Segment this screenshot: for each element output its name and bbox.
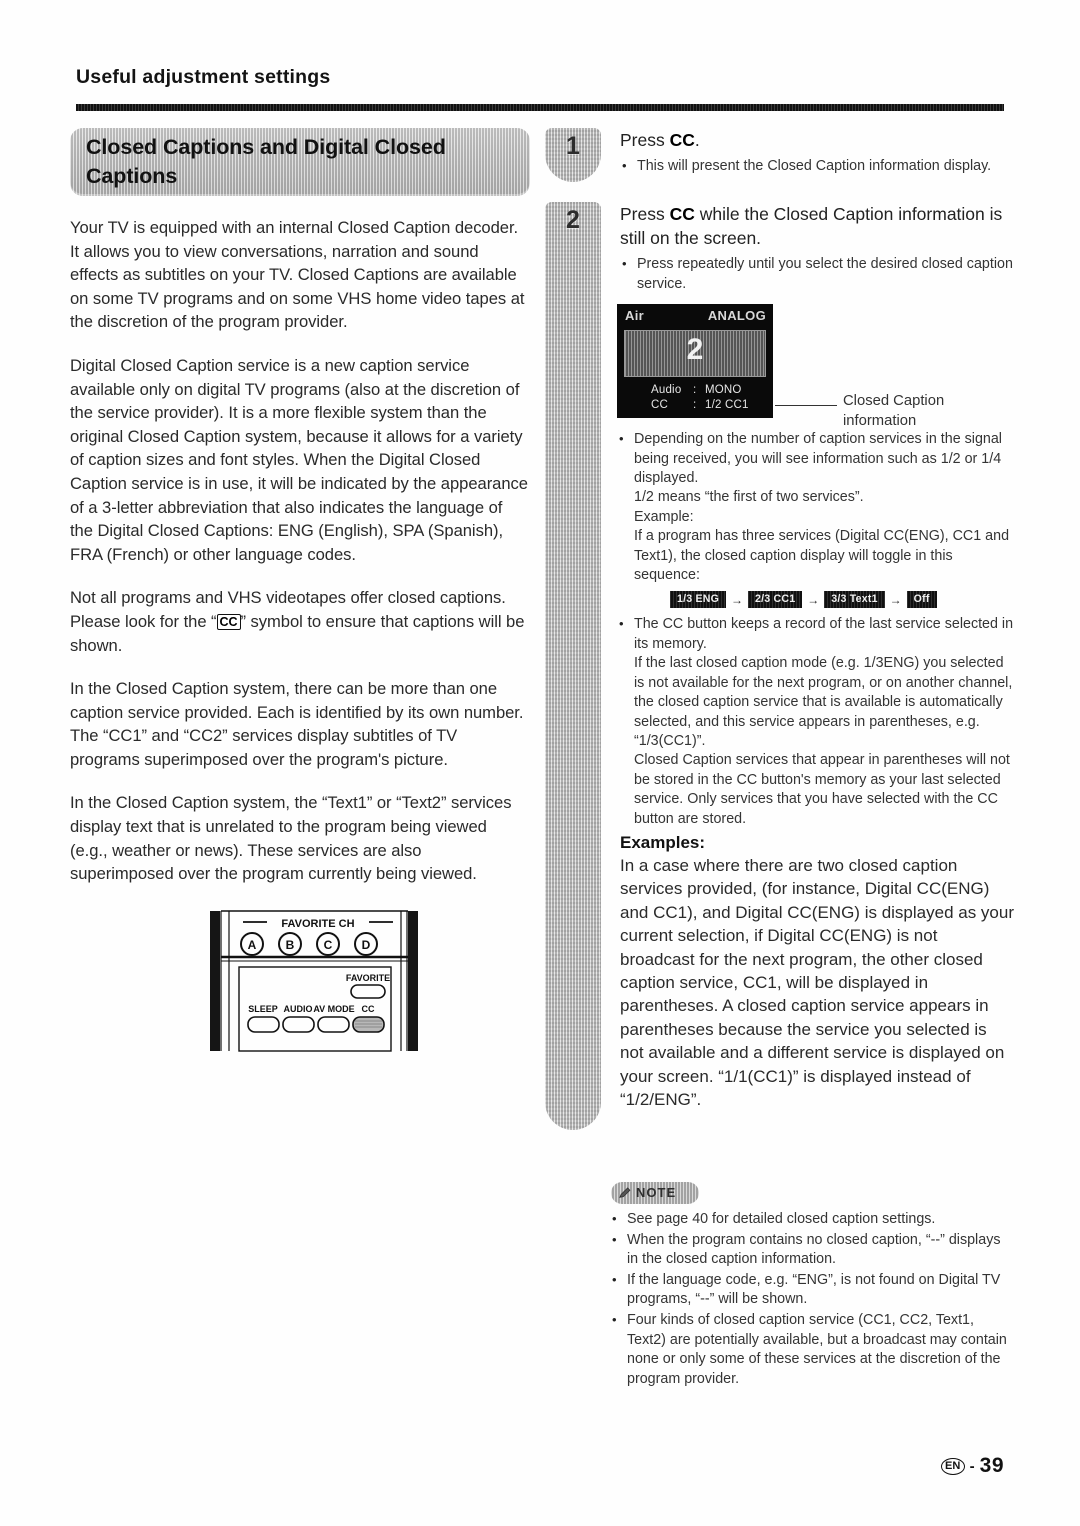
sequence-chip-1: 1/3 ENG: [670, 591, 727, 609]
manual-page: Useful adjustment settings Closed Captio…: [0, 0, 1080, 1526]
right-column: 1 Press CC. This will present the Closed…: [545, 128, 1017, 1131]
svg-text:CC: CC: [362, 1004, 375, 1014]
tv-audio-sep: :: [693, 384, 697, 397]
note-items: See page 40 for detailed closed caption …: [545, 1209, 1015, 1389]
detail-bullet-list: Depending on the number of caption servi…: [617, 429, 1015, 585]
toggle-sequence: 1/3 ENG → 2/3 CC1 → 3/3 Text1 → Off: [670, 591, 1015, 609]
list-item: When the program contains no closed capt…: [611, 1230, 1015, 1270]
footer-dash: -: [969, 1457, 975, 1475]
language-badge: EN: [940, 1457, 965, 1475]
body-paragraph-3: In the Closed Caption system, there can …: [70, 679, 524, 769]
svg-text:C: C: [324, 938, 333, 952]
step-2: 2 Press CC while the Closed Caption info…: [545, 202, 1015, 1131]
step-1-title-suffix: .: [694, 130, 700, 150]
list-item: This will present the Closed Caption inf…: [620, 156, 1015, 176]
tv-mode-label: ANALOG: [707, 308, 766, 324]
note-badge: NOTE: [611, 1182, 699, 1204]
page-footer: EN - 39: [940, 1454, 1004, 1478]
step-1-title-bold: CC: [669, 130, 695, 150]
detail-line-3: Example:: [634, 508, 694, 525]
left-column: Closed Captions and Digital Closed Capti…: [70, 128, 534, 906]
list-item: The CC button keeps a record of the last…: [617, 614, 1015, 828]
list-item: Depending on the number of caption servi…: [617, 429, 1015, 585]
list-item: See page 40 for detailed closed caption …: [611, 1209, 1015, 1230]
tv-channel-panel: 2: [624, 330, 766, 378]
body-paragraph-cc-symbol: Not all programs and VHS videotapes offe…: [70, 586, 528, 657]
callout-leader-line: [775, 405, 837, 407]
memory-line-3: Closed Caption services that appear in p…: [634, 752, 1010, 827]
note-badge-label: NOTE: [636, 1185, 677, 1200]
svg-text:AUDIO: AUDIO: [284, 1004, 313, 1014]
step-2-bullets: Press repeatedly until you select the de…: [620, 254, 1015, 294]
pencil-icon: [619, 1187, 631, 1198]
section-banner: Closed Captions and Digital Closed Capti…: [70, 128, 530, 196]
svg-text:FAVORITE CH: FAVORITE CH: [281, 918, 354, 930]
list-item: Press repeatedly until you select the de…: [620, 254, 1015, 294]
step-1-number: 1: [566, 132, 580, 160]
sequence-chip-2: 2/3 CC1: [748, 591, 803, 609]
arrow-right-icon: →: [731, 592, 744, 607]
examples-body: In a case where there are two closed cap…: [620, 855, 1014, 1109]
tv-audio-label: Audio: [651, 384, 682, 397]
section-banner-title: Closed Captions and Digital Closed Capti…: [86, 135, 446, 188]
arrow-right-icon: →: [889, 592, 902, 607]
step-1-body: Press CC. This will present the Closed C…: [620, 128, 1015, 176]
body-paragraph-2: Digital Closed Caption service is a new …: [70, 355, 528, 564]
detail-line-1: Depending on the number of caption servi…: [634, 431, 1002, 487]
detail-line-4: If a program has three services (Digital…: [634, 528, 1010, 584]
list-item: Four kinds of closed caption service (CC…: [611, 1310, 1015, 1389]
body-paragraph-1: Your TV is equipped with an internal Clo…: [70, 218, 525, 332]
sequence-chip-4: Off: [906, 591, 937, 609]
tv-cc-value: 1/2 CC1: [705, 399, 749, 412]
page-number: 39: [979, 1454, 1004, 1477]
sequence-chip-3: 3/3 Text1: [824, 591, 885, 609]
note-section: NOTE See page 40 for detailed closed cap…: [545, 1182, 1015, 1390]
tv-audio-value: MONO: [705, 384, 742, 397]
examples-heading: Examples:: [620, 832, 706, 852]
examples-block: Examples: In a case where there are two …: [620, 833, 1015, 1111]
svg-text:FAVORITE: FAVORITE: [346, 973, 390, 983]
svg-text:B: B: [286, 938, 295, 952]
remote-control-figure: FAVORITE CH A B C D FAVORITE SLEEP AUDIO…: [205, 905, 435, 1055]
cc-symbol-icon: CC: [216, 613, 241, 630]
step-1-title-prefix: Press: [620, 130, 670, 150]
tv-cc-label: CC: [651, 399, 669, 412]
step-2-number: 2: [566, 206, 580, 235]
page-header-title: Useful adjustment settings: [76, 66, 331, 88]
tv-status-bar: Air ANALOG: [617, 304, 773, 330]
memory-bullet-list: The CC button keeps a record of the last…: [617, 614, 1015, 828]
tv-channel-number: 2: [686, 333, 704, 367]
tv-source-label: Air: [625, 308, 644, 324]
step-2-body: Press CC while the Closed Caption inform…: [620, 202, 1015, 294]
svg-text:D: D: [362, 938, 371, 952]
step-2-title-prefix: Press: [620, 204, 670, 225]
step-2-marker: [545, 202, 601, 1131]
header-rule: [76, 104, 1004, 111]
tv-display-figure: Air ANALOG 2 Audio : MONO CC : 1/2 CC1 C…: [617, 304, 1017, 429]
svg-text:A: A: [248, 938, 257, 952]
svg-text:AV MODE: AV MODE: [313, 1004, 354, 1014]
tv-screen: Air ANALOG 2 Audio : MONO CC : 1/2 CC1: [617, 304, 773, 419]
detail-line-2: 1/2 means “the first of two services”.: [634, 489, 864, 506]
remote-control-icon: FAVORITE CH A B C D FAVORITE SLEEP AUDIO…: [210, 910, 418, 1052]
step-1: 1 Press CC. This will present the Closed…: [545, 128, 1015, 182]
tv-callout-caption: Closed Caption information: [843, 393, 945, 429]
body-paragraph-4: In the Closed Caption system, the “Text1…: [70, 793, 512, 884]
step-2-title-bold: CC: [669, 204, 695, 225]
list-item: If the language code, e.g. “ENG”, is not…: [611, 1270, 1015, 1310]
step-2-title: Press CC while the Closed Caption inform…: [620, 202, 1015, 250]
memory-line-2: If the last closed caption mode (e.g. 1/…: [634, 655, 1013, 749]
step-1-bullets: This will present the Closed Caption inf…: [620, 156, 1015, 176]
svg-text:SLEEP: SLEEP: [248, 1004, 278, 1014]
memory-line-1: The CC button keeps a record of the last…: [634, 616, 1014, 652]
arrow-right-icon: →: [807, 592, 820, 607]
tv-cc-sep: :: [693, 399, 697, 412]
step-1-title: Press CC.: [620, 128, 1015, 152]
